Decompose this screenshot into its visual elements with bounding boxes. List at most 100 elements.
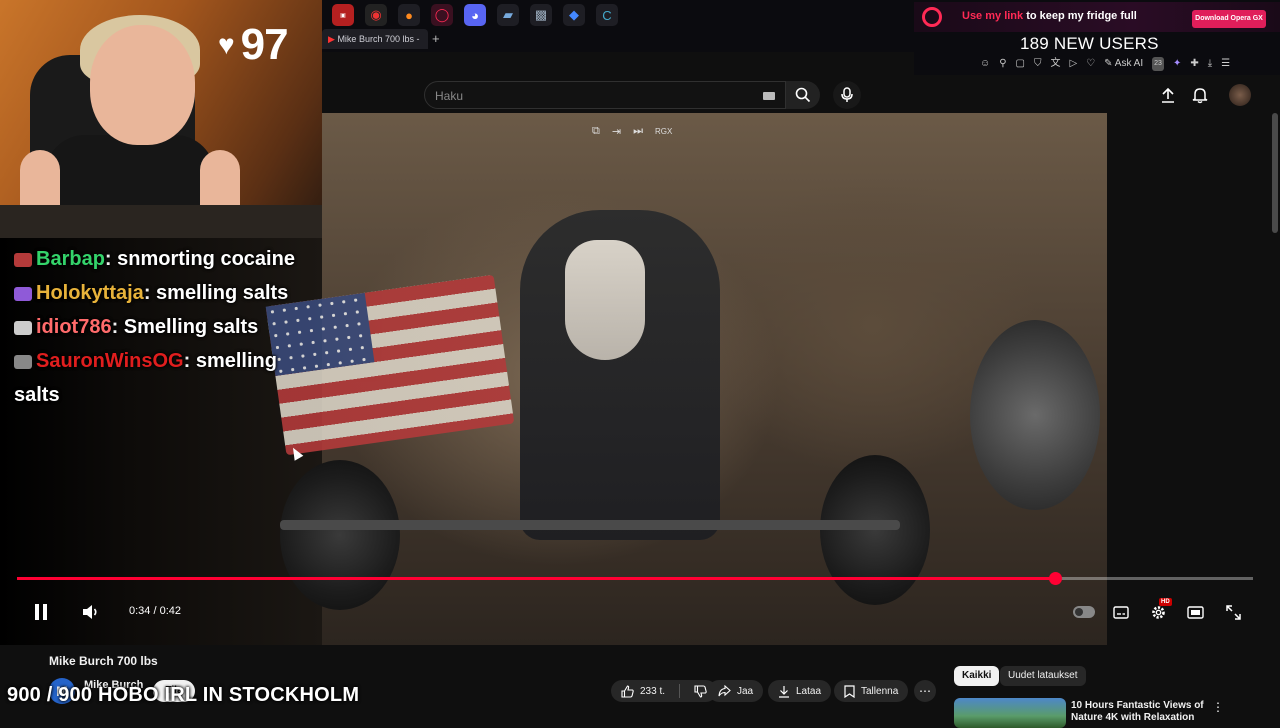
share-label: Jaa (737, 685, 754, 697)
browser-extension-toolbar: ☺ ⚲ ▢ ⛉ 文 ▷ ♡ ✎ Ask AI 23 ✦ ✚ ⤓ ☰ (980, 57, 1280, 71)
recommended-thumbnail[interactable] (954, 698, 1066, 728)
gear-icon (1151, 605, 1165, 619)
new-tab-button[interactable]: + (432, 31, 440, 46)
video-title: Mike Burch 700 lbs (49, 654, 158, 668)
stream-overlay-text: 900 / 900 HOBO IRL IN STOCKHOLM (7, 684, 360, 706)
microphone-icon (841, 87, 853, 102)
exit-icon[interactable]: ⇥ (612, 125, 621, 138)
new-users-counter: 189 NEW USERS (1020, 34, 1159, 53)
like-button[interactable]: 233 t. (611, 680, 718, 702)
more-actions-button[interactable]: ⋯ (914, 680, 936, 702)
next-video-icon[interactable]: ⏭ (633, 125, 643, 138)
save-button[interactable]: Tallenna (834, 680, 909, 702)
like-count: 233 t. (640, 685, 666, 697)
recommended-title[interactable]: 10 Hours Fantastic Views of Nature 4K wi… (1071, 700, 1206, 724)
video-top-overlay: ⧉ ⇥ ⏭ RGX (592, 125, 672, 138)
progress-fill (17, 577, 1056, 580)
ad-text: Use my link to keep my fridge full (962, 10, 1137, 22)
chat-text: snmorting cocaine (117, 248, 295, 270)
theater-icon (1186, 605, 1204, 619)
chat-message: idiot786: Smelling salts (14, 310, 314, 344)
chat-badge-icon (14, 320, 32, 335)
video-progress-bar[interactable] (17, 572, 1253, 585)
download-icon[interactable]: ⤓ (1208, 57, 1212, 71)
chip-all[interactable]: Kaikki (954, 666, 1000, 686)
thumbs-up-icon (621, 684, 634, 698)
chat-badge-icon (14, 286, 32, 301)
volume-icon (83, 605, 97, 619)
pause-button[interactable] (30, 601, 52, 623)
firefox-icon[interactable]: ● (398, 4, 420, 26)
emoji-icon[interactable]: ☺ (980, 57, 990, 71)
opera-gx-icon[interactable]: ◯ (431, 4, 453, 26)
pin-icon[interactable]: ⚲ (999, 57, 1006, 71)
picture-in-picture-icon[interactable]: ⧉ (592, 125, 600, 138)
menu-icon[interactable]: ☰ (1221, 57, 1230, 71)
tab-title: Mike Burch 700 lbs - (337, 34, 420, 44)
heart-outline-icon[interactable]: ♡ (1086, 57, 1095, 71)
video-letterbox-right (1107, 113, 1280, 645)
app-icon[interactable]: ◆ (563, 4, 585, 26)
puzzle-icon[interactable]: ✚ (1190, 57, 1198, 71)
bell-icon[interactable] (1191, 86, 1209, 104)
chip-new-uploads[interactable]: Uudet lataukset (1000, 666, 1086, 686)
chat-username: Barbap (36, 248, 105, 270)
user-avatar[interactable] (1229, 84, 1251, 106)
opera-gx-ad-banner[interactable]: Use my link to keep my fridge full Downl… (914, 2, 1280, 32)
pause-icon (35, 604, 47, 620)
youtube-tab-icon: ▶ (328, 34, 335, 44)
screenshot-icon[interactable]: ▢ (1016, 57, 1025, 71)
more-icon: ⋯ (919, 684, 931, 698)
lifter-beard-image (565, 240, 645, 360)
subtitles-button[interactable] (1110, 602, 1132, 622)
discord-icon[interactable]: ◕ (464, 4, 486, 26)
theater-mode-button[interactable] (1184, 602, 1206, 622)
heart-icon: ♥ (218, 29, 235, 60)
hd-badge: HD (1159, 598, 1172, 606)
share-icon (718, 685, 731, 697)
weight-plate-image (820, 455, 930, 605)
autoplay-toggle[interactable] (1073, 606, 1095, 618)
volume-button[interactable] (80, 601, 102, 623)
browser-tab[interactable]: ▶ Mike Burch 700 lbs - (322, 29, 428, 49)
ask-ai-button[interactable]: ✎ Ask AI (1104, 57, 1143, 71)
rgx-label[interactable]: RGX (655, 127, 672, 136)
keyboard-icon[interactable] (763, 92, 775, 100)
translate-icon[interactable]: 文 (1051, 57, 1061, 71)
voice-search-button[interactable] (833, 81, 861, 109)
browser-toolbar-area: Use my link to keep my fridge full Downl… (914, 0, 1280, 75)
bookmark-icon (844, 684, 855, 698)
app-icon[interactable]: ▣ (332, 4, 354, 26)
extension-icon[interactable]: ✦ (1173, 57, 1181, 71)
chat-message: Holokyttaja: smelling salts (14, 276, 314, 310)
chat-badge-icon (14, 354, 32, 369)
page-scrollbar[interactable] (1272, 113, 1278, 233)
chat-text: Smelling salts (123, 316, 259, 338)
shield-icon[interactable]: ⛉ (1034, 57, 1042, 71)
chat-username: SauronWinsOG (36, 350, 184, 372)
fullscreen-icon (1225, 604, 1241, 620)
barbell-image (280, 520, 900, 530)
search-icon (795, 87, 811, 103)
download-button[interactable]: Lataa (768, 680, 832, 702)
chat-text: smelling salts (156, 282, 289, 304)
fullscreen-exit-button[interactable] (1222, 602, 1244, 622)
app-icon[interactable]: ▰ (497, 4, 519, 26)
chat-username: idiot786 (36, 316, 112, 338)
download-label: Lataa (796, 685, 822, 697)
app-icon[interactable]: ▩ (530, 4, 552, 26)
stream-chat: Barbap: snmorting cocaine Holokyttaja: sm… (14, 242, 314, 412)
chat-message: SauronWinsOG: smelling salts (14, 350, 277, 406)
recommended-more-icon[interactable]: ⋮ (1212, 700, 1224, 714)
download-opera-button[interactable]: Download Opera GX (1192, 10, 1266, 28)
notification-count-badge[interactable]: 23 (1152, 57, 1164, 71)
chat-username: Holokyttaja (36, 282, 144, 304)
app-icon[interactable]: ◉ (365, 4, 387, 26)
chat-message: Barbap: snmorting cocaine (14, 242, 314, 276)
search-input[interactable]: Haku (424, 81, 786, 109)
search-button[interactable] (786, 81, 820, 109)
upload-icon[interactable] (1159, 86, 1177, 104)
app-icon[interactable]: C (596, 4, 618, 26)
play-icon[interactable]: ▷ (1070, 57, 1078, 71)
share-button[interactable]: Jaa (708, 680, 764, 702)
